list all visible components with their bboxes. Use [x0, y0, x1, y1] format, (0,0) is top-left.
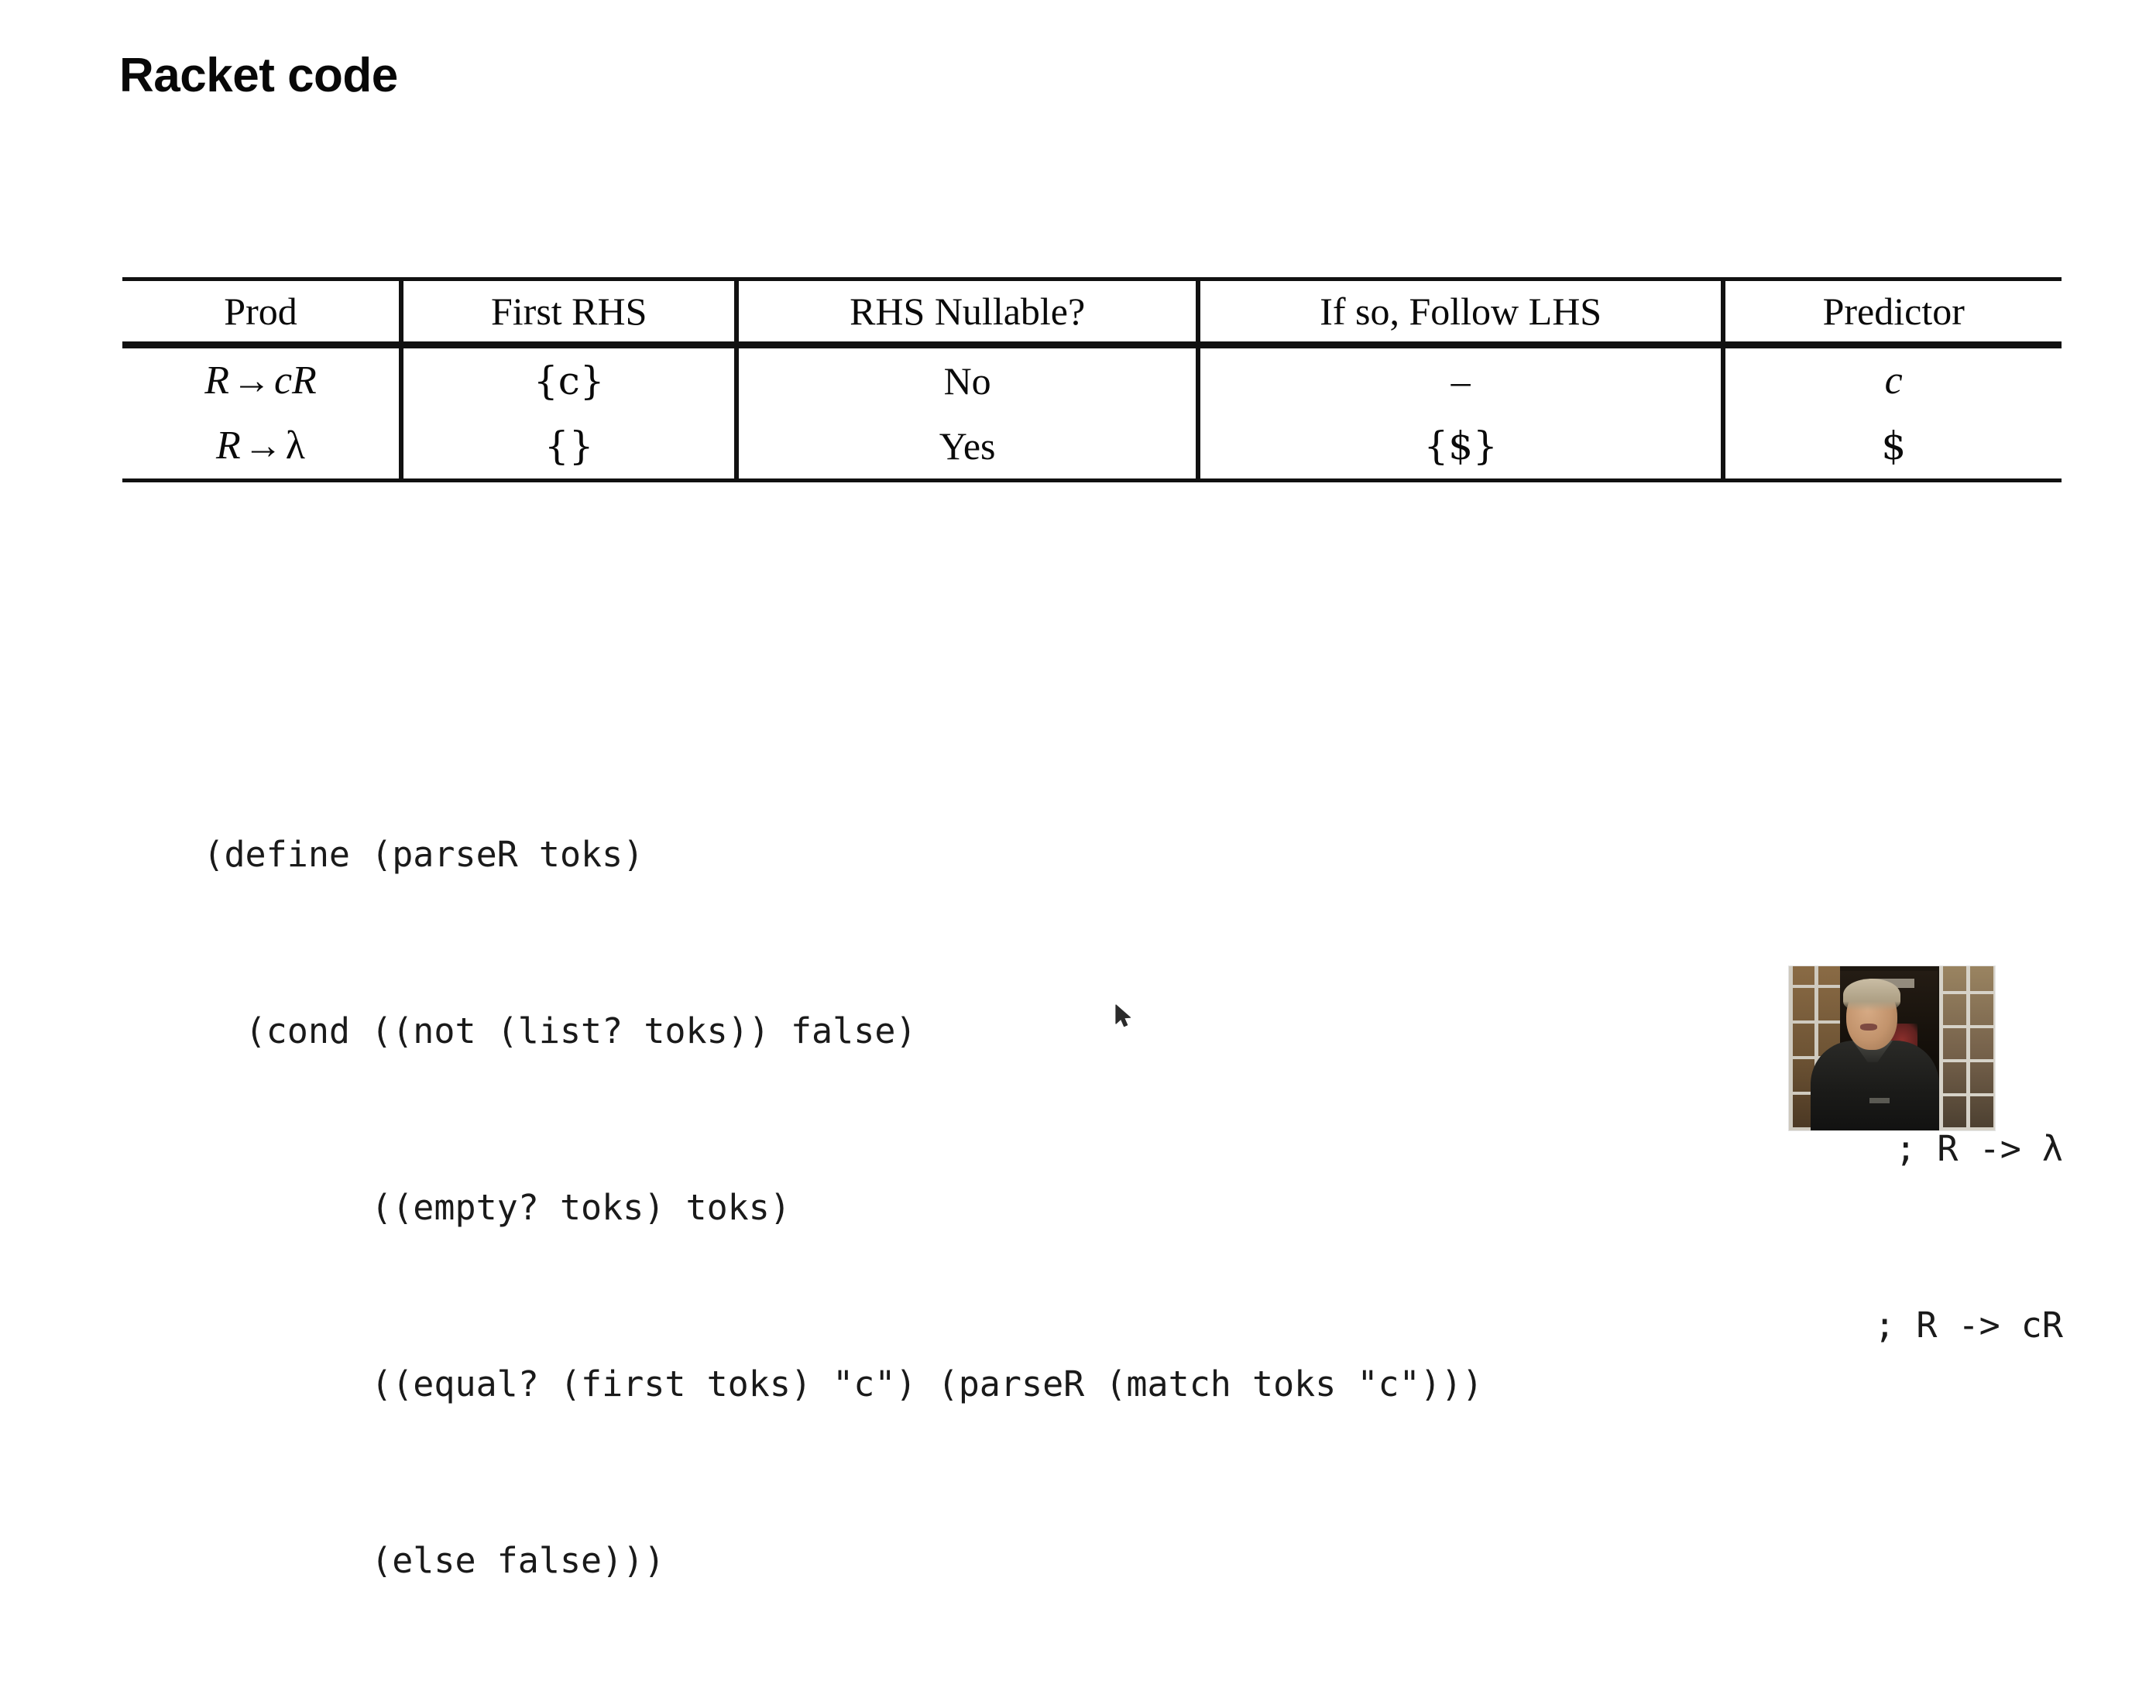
prod-rhs: λ [285, 424, 305, 468]
first-rhs-value: {c} [533, 358, 605, 403]
cell-prod: R→λ [122, 413, 402, 482]
cell-predictor: c [1721, 345, 2062, 413]
rhs-nullable-value: Yes [939, 424, 996, 468]
predictor-value: $ [1881, 424, 1907, 468]
table-row: R→λ {} Yes {$} $ [122, 413, 2062, 482]
cell-follow-lhs: {$} [1195, 413, 1724, 482]
code-line-text: ((equal? (first toks) "c") (parseR (matc… [203, 1363, 1484, 1404]
prod-lhs: R [216, 424, 241, 468]
code-line: (define (parseR toks) [119, 767, 2063, 875]
code-line: (else false))) [119, 1473, 2063, 1581]
webcam-person-hair [1843, 979, 1900, 1011]
cell-rhs-nullable: Yes [734, 413, 1198, 482]
cell-rhs-nullable: No [734, 345, 1198, 413]
column-header-follow-lhs: If so, Follow LHS [1195, 277, 1724, 348]
code-line-text: (cond ((not (list? toks)) false) [203, 1010, 917, 1051]
follow-lhs-value: {$} [1423, 424, 1498, 468]
column-header-rhs-nullable: RHS Nullable? [734, 277, 1198, 348]
code-line-text: (else false))) [203, 1540, 665, 1581]
prod-rhs: cR [273, 358, 317, 403]
column-header-predictor: Predictor [1721, 277, 2062, 348]
code-line-text: ((empty? toks) toks) [203, 1187, 791, 1228]
presenter-video-thumbnail[interactable] [1789, 966, 1995, 1130]
cell-prod: R→cR [122, 345, 402, 413]
prod-arrow-icon: → [243, 424, 283, 467]
racket-code-block: (define (parseR toks) (cond ((not (list?… [119, 649, 2063, 1590]
cell-first-rhs: {c} [399, 345, 737, 413]
prod-arrow-icon: → [232, 358, 271, 402]
column-header-first-rhs: First RHS [399, 277, 737, 348]
webcam-person-mouth [1860, 1024, 1877, 1031]
code-line-text: (define (parseR toks) [203, 834, 644, 875]
code-line-comment: ; R -> cR [1874, 1305, 2063, 1346]
code-line: ((empty? toks) toks) ; R -> λ [119, 1120, 2063, 1228]
webcam-door-right [1939, 966, 1995, 1130]
rhs-nullable-value: No [943, 359, 991, 403]
code-line: ((equal? (first toks) "c") (parseR (matc… [119, 1296, 2063, 1404]
mouse-cursor-arrow-icon [1115, 1004, 1131, 1027]
first-rhs-value: {} [544, 424, 594, 468]
cell-first-rhs: {} [399, 413, 737, 482]
page-title: Racket code [119, 49, 398, 102]
cell-predictor: $ [1721, 413, 2062, 482]
table-header-row: Prod First RHS RHS Nullable? If so, Foll… [122, 277, 2062, 348]
code-line: (cond ((not (list? toks)) false) [119, 943, 2063, 1051]
follow-lhs-value: – [1450, 359, 1471, 403]
column-header-prod: Prod [122, 277, 402, 348]
grammar-prediction-table: Prod First RHS RHS Nullable? If so, Foll… [122, 277, 2062, 482]
webcam-shirt-logo [1869, 1098, 1890, 1103]
table-row: R→cR {c} No – c [122, 345, 2062, 413]
predictor-value: c [1884, 358, 1903, 403]
prod-lhs: R [204, 358, 229, 403]
cell-follow-lhs: – [1195, 345, 1724, 413]
